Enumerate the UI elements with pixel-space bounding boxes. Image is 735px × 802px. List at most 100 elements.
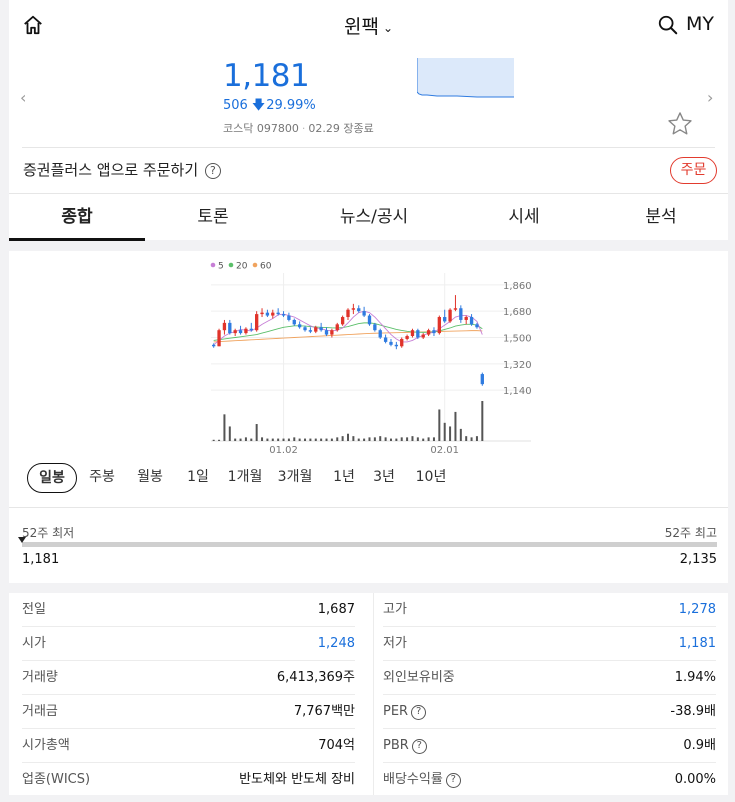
stat-label: PBR? [383, 729, 427, 762]
volume-bar [239, 438, 242, 441]
candle-body [475, 324, 479, 328]
tab-summary[interactable]: 종합 [9, 194, 145, 241]
candle-body [383, 337, 388, 342]
candle-body [469, 317, 474, 325]
order-prompt-text: 증권플러스 앱으로 주문하기 [23, 161, 199, 179]
order-app-link[interactable]: 증권플러스 앱으로 주문하기 ? [23, 159, 221, 180]
volume-bar [309, 438, 312, 441]
volume-bar [250, 438, 253, 441]
candle-body [233, 330, 237, 334]
help-icon[interactable]: ? [204, 163, 221, 179]
volume-bar [465, 436, 468, 441]
volume-bar [347, 433, 349, 441]
stat-volume: 거래량 6,413,369주 [22, 661, 355, 695]
candle-body [410, 330, 415, 337]
stat-value: 1,278 [678, 602, 716, 617]
range-high-label: 52주 최고 [664, 526, 717, 540]
column-divider [373, 593, 374, 795]
candle-body [319, 327, 323, 331]
search-icon[interactable] [657, 14, 679, 36]
range-52w-labels: 52주 최저 52주 최고 [22, 524, 717, 541]
stat-label: 저가 [383, 636, 407, 651]
period-1m[interactable]: 1개월 [221, 463, 269, 493]
candle-body [378, 330, 382, 338]
help-icon[interactable]: ? [411, 739, 427, 754]
volume-bar [336, 437, 339, 441]
candle-body [212, 344, 216, 347]
tab-news[interactable]: 뉴스/공시 [299, 194, 449, 241]
volume-bar [443, 422, 446, 441]
help-icon[interactable]: ? [445, 773, 461, 788]
tab-bar: 종합 토론 뉴스/공시 시세 분석 [9, 193, 728, 241]
stat-label: 외인보유비중 [383, 670, 455, 685]
period-3y[interactable]: 3년 [364, 463, 404, 493]
trade-status: 02.29 장종료 [308, 122, 374, 135]
volume-bar [427, 437, 430, 441]
range-52w-bar [22, 542, 717, 547]
candle-body [443, 317, 447, 322]
chevron-left-icon[interactable]: ‹ [20, 88, 26, 107]
stock-name-dropdown[interactable]: 윈팩 ⌄ [9, 12, 728, 39]
stat-low: 저가 1,181 [383, 627, 716, 661]
stat-label: 시가총액 [22, 738, 70, 753]
period-1y[interactable]: 1년 [324, 463, 364, 493]
volume-bar [373, 437, 376, 441]
period-10y[interactable]: 10년 [409, 463, 453, 493]
moving-average-line-ma60 [213, 330, 483, 343]
help-icon[interactable]: ? [411, 705, 427, 720]
candle-body [335, 324, 339, 331]
stat-market-cap: 시가총액 704억 [22, 729, 355, 763]
legend-dot [210, 262, 216, 268]
price-change: 506 🡇29.99% [223, 96, 316, 118]
period-1d[interactable]: 1일 [178, 463, 218, 493]
candle-body [287, 315, 291, 320]
chevron-right-icon[interactable]: › [707, 88, 713, 107]
period-daily[interactable]: 일봉 [27, 463, 77, 493]
volume-bar [470, 437, 473, 441]
candle-body [448, 309, 452, 322]
tab-analysis[interactable]: 분석 [594, 194, 728, 241]
period-weekly[interactable]: 주봉 [82, 463, 122, 493]
candle-body [459, 308, 463, 320]
candle-body [249, 328, 253, 331]
range-high-value: 2,135 [679, 552, 717, 567]
y-tick-label: 1,860 [503, 281, 532, 292]
market-name: 코스닥 [223, 122, 254, 135]
volume-bar [416, 437, 419, 441]
current-price: 1,181 [223, 58, 310, 94]
stat-value: 7,767백만 [293, 704, 355, 719]
volume-bar [255, 424, 258, 441]
candle-body [426, 330, 431, 335]
candle-body [416, 330, 420, 338]
volume-bar [406, 437, 409, 441]
stat-turnover: 거래금 7,767백만 [22, 695, 355, 729]
volume-bar [389, 438, 392, 441]
period-monthly[interactable]: 월봉 [130, 463, 170, 493]
candle-body [308, 330, 313, 332]
y-tick-label: 1,500 [503, 334, 532, 345]
candle-body [373, 324, 377, 331]
stock-name: 윈팩 [343, 16, 379, 38]
candle-body [303, 327, 307, 331]
app-root: 윈팩 ⌄ MY ‹ › 1,181 506 🡇29.99% 코스닥 097800 · 0… [0, 0, 735, 802]
stat-open: 시가 1,248 [22, 627, 355, 661]
candle-body [367, 315, 372, 325]
star-icon[interactable] [666, 110, 694, 138]
volume-bar [400, 437, 403, 441]
volume-bar [298, 438, 301, 441]
tab-discussion[interactable]: 토론 [145, 194, 281, 241]
stat-value: 반도체와 반도체 장비 [239, 772, 355, 787]
period-3m[interactable]: 3개월 [270, 463, 320, 493]
range-52w-marker [18, 537, 26, 543]
candlestick-chart[interactable]: 1,860 1,680 1,500 1,320 1,140 01.02 02.01 5 20 60 [199, 261, 539, 456]
volume-bar [218, 439, 221, 441]
volume-bar [432, 437, 435, 441]
candle-body [453, 308, 458, 310]
tab-quotes[interactable]: 시세 [459, 194, 589, 241]
stat-value: 0.9배 [683, 738, 716, 753]
y-tick-label: 1,320 [503, 360, 532, 371]
my-button[interactable]: MY [686, 13, 714, 35]
stat-label: 거래량 [22, 670, 58, 685]
legend-label: 20 [236, 262, 248, 272]
order-button[interactable]: 주문 [670, 157, 717, 184]
